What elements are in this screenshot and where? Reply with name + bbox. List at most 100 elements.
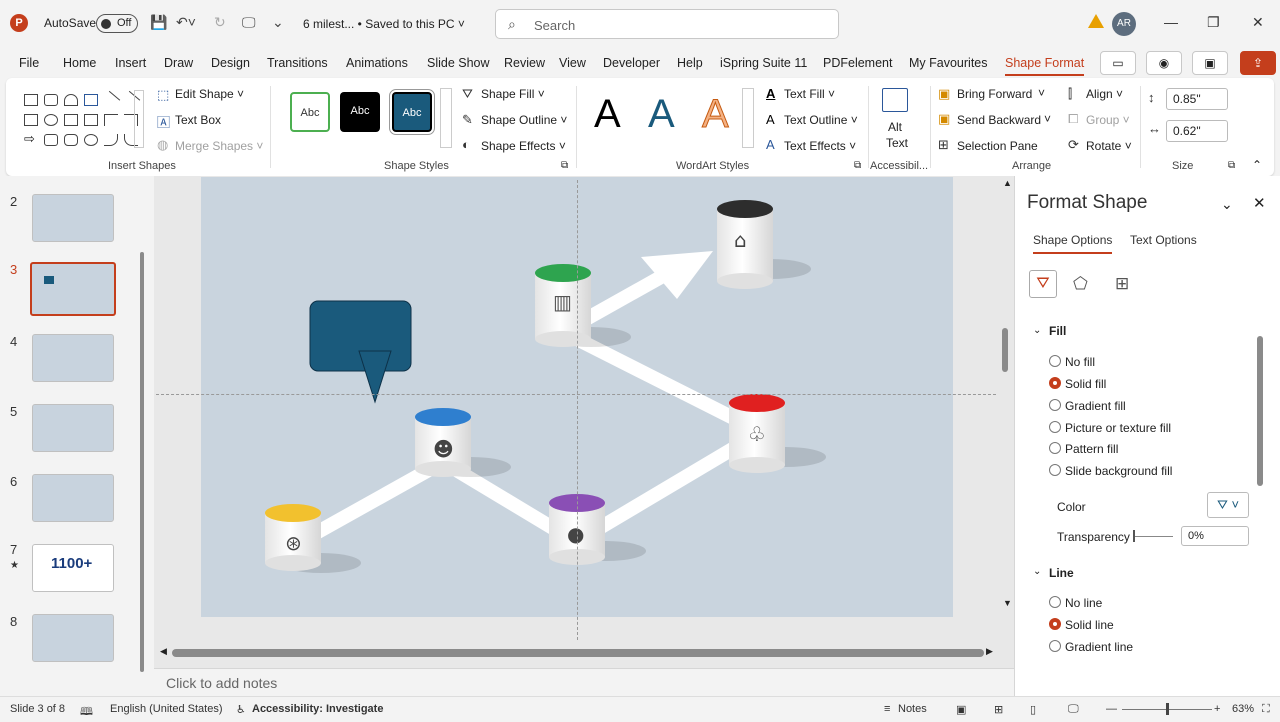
line-section-header[interactable]: Line	[1049, 566, 1074, 580]
curve-shape-icon[interactable]	[104, 134, 118, 146]
zoom-out-icon[interactable]: —	[1106, 703, 1117, 715]
slide-bg-fill-label[interactable]: Slide background fill	[1065, 464, 1172, 478]
close-pane-icon[interactable]: ✕	[1253, 194, 1266, 212]
restore-button[interactable]: ❐	[1207, 14, 1220, 31]
send-backward-button[interactable]: Send Backward	[957, 113, 1041, 127]
milestone-2-blue[interactable]: ☻	[415, 408, 511, 477]
tab-pdfelement[interactable]: PDFelement	[823, 56, 892, 70]
shape-height-input[interactable]: 0.85"	[1166, 88, 1228, 110]
selection-pane-button[interactable]: Selection Pane	[957, 139, 1038, 153]
pane-options-icon[interactable]: ⌄	[1221, 196, 1233, 213]
shape-style-3[interactable]: Abc	[389, 89, 435, 135]
vertical-scroll-thumb[interactable]	[1002, 328, 1008, 372]
reading-view-icon[interactable]: ▯	[1030, 703, 1036, 716]
shape-styles-launcher-icon[interactable]: ⧉	[561, 160, 568, 171]
line-collapse-icon[interactable]: ⌄	[1033, 566, 1041, 577]
corner-shape-icon[interactable]	[104, 114, 118, 126]
tab-view[interactable]: View	[559, 56, 586, 70]
slide-thumbnail-5[interactable]	[32, 404, 114, 452]
group-button[interactable]: Group ˅	[1086, 113, 1130, 127]
no-fill-radio[interactable]	[1049, 355, 1061, 367]
spelling-icon[interactable]: 🕮	[80, 703, 93, 722]
pane-scrollbar[interactable]	[1257, 336, 1263, 486]
horizontal-guide[interactable]	[156, 394, 996, 395]
right-arrow-shape-icon[interactable]: ⇨	[24, 132, 38, 146]
callout-shape[interactable]	[309, 300, 412, 404]
editor-horizontal-scrollbar[interactable]	[172, 649, 984, 657]
scroll-down-icon[interactable]: ▼	[1003, 598, 1012, 608]
wordart-style-3[interactable]: A	[702, 92, 730, 137]
align-button[interactable]: Align ˅	[1086, 87, 1123, 101]
gradient-fill-radio[interactable]	[1049, 399, 1061, 411]
tab-slide-show[interactable]: Slide Show	[427, 56, 490, 70]
bring-forward-dropdown-icon[interactable]: ˅	[1038, 86, 1045, 100]
accessibility-icon[interactable]: ♿	[236, 703, 246, 716]
milestone-6-black[interactable]: ⌂	[717, 200, 811, 289]
alt-text-line2[interactable]: Text	[886, 136, 908, 150]
tab-insert[interactable]: Insert	[115, 56, 146, 70]
transparency-slider-thumb[interactable]	[1133, 530, 1135, 542]
tab-animations[interactable]: Animations	[346, 56, 408, 70]
customize-toolbar-icon[interactable]: ⌄	[272, 14, 284, 31]
solid-line-radio[interactable]	[1049, 618, 1061, 630]
shapes-gallery-scroll[interactable]	[134, 90, 144, 148]
undo-icon[interactable]: ↶˅	[176, 14, 196, 31]
text-outline-button[interactable]: Text Outline ˅	[784, 113, 858, 127]
normal-view-icon[interactable]: ▣	[956, 703, 966, 716]
wordart-style-2[interactable]: A	[648, 92, 675, 137]
pattern-fill-radio[interactable]	[1049, 442, 1061, 454]
collapse-ribbon-icon[interactable]: ⌃	[1252, 158, 1262, 172]
autosave-toggle[interactable]: Off	[96, 14, 138, 33]
text-fill-button[interactable]: Text Fill ˅	[784, 87, 835, 101]
present-icon[interactable]: 🖵	[242, 14, 256, 31]
frame-shape-icon[interactable]	[64, 114, 78, 126]
wordart-launcher-icon[interactable]: ⧉	[854, 160, 861, 171]
zoom-slider-thumb[interactable]	[1166, 703, 1169, 715]
picture-fill-radio[interactable]	[1049, 421, 1061, 433]
arc-shape-icon[interactable]	[64, 94, 78, 106]
save-icon[interactable]: 💾	[150, 14, 167, 31]
size-launcher-icon[interactable]: ⧉	[1228, 160, 1235, 171]
fill-collapse-icon[interactable]: ⌄	[1033, 325, 1041, 336]
picture-fill-label[interactable]: Picture or texture fill	[1065, 421, 1171, 435]
color-picker-button[interactable]: ⛛ ˅	[1207, 492, 1249, 518]
oval-shape-icon[interactable]	[44, 114, 58, 126]
tab-shape-options[interactable]: Shape Options	[1033, 233, 1113, 254]
rotate-button[interactable]: Rotate ˅	[1086, 139, 1132, 153]
thumbnails-scrollbar[interactable]	[140, 252, 144, 672]
tab-help[interactable]: Help	[677, 56, 703, 70]
notes-pane[interactable]: Click to add notes	[154, 668, 1014, 696]
tab-file[interactable]: File	[19, 56, 39, 70]
send-backward-dropdown-icon[interactable]: ˅	[1044, 112, 1051, 126]
scroll-left-icon[interactable]: ◀	[160, 646, 167, 657]
tab-text-options[interactable]: Text Options	[1130, 233, 1197, 247]
shape-effects-button[interactable]: Shape Effects ˅	[481, 139, 566, 153]
fill-line-icon[interactable]: ⛛	[1029, 270, 1057, 298]
slide-thumbnail-3[interactable]	[30, 262, 116, 316]
gradient-fill-label[interactable]: Gradient fill	[1065, 399, 1126, 413]
slide-thumbnail-8[interactable]	[32, 614, 114, 662]
text-effects-button[interactable]: Text Effects ˅	[784, 139, 856, 153]
pattern-fill-label[interactable]: Pattern fill	[1065, 442, 1118, 456]
effects-icon[interactable]: ⬠	[1073, 274, 1088, 294]
redo-icon[interactable]: ↻	[214, 14, 226, 31]
transparency-slider[interactable]	[1133, 536, 1173, 537]
notes-icon[interactable]: ≡	[884, 703, 890, 715]
slideshow-icon[interactable]: 🖵	[1068, 703, 1079, 716]
rect-shape-icon[interactable]	[84, 114, 98, 126]
slide-sorter-icon[interactable]: ⊞	[994, 703, 1003, 716]
shape-outline-button[interactable]: Shape Outline ˅	[481, 113, 567, 127]
tab-home[interactable]: Home	[63, 56, 96, 70]
milestone-5-red[interactable]: ♧	[729, 394, 826, 473]
editor-vertical-scrollbar[interactable]: ▲ ▼	[1000, 178, 1012, 638]
teams-button[interactable]: ▣	[1192, 51, 1228, 75]
notes-button[interactable]: Notes	[898, 703, 927, 715]
notes-placeholder[interactable]: Click to add notes	[166, 675, 277, 691]
vertical-guide[interactable]	[577, 180, 578, 640]
tab-design[interactable]: Design	[211, 56, 250, 70]
record-button[interactable]: ◉	[1146, 51, 1182, 75]
minimize-button[interactable]: —	[1164, 14, 1178, 30]
shape-fill-button[interactable]: Shape Fill ˅	[481, 87, 545, 101]
solid-line-label[interactable]: Solid line	[1065, 618, 1114, 632]
slide-thumbnail-6[interactable]	[32, 474, 114, 522]
